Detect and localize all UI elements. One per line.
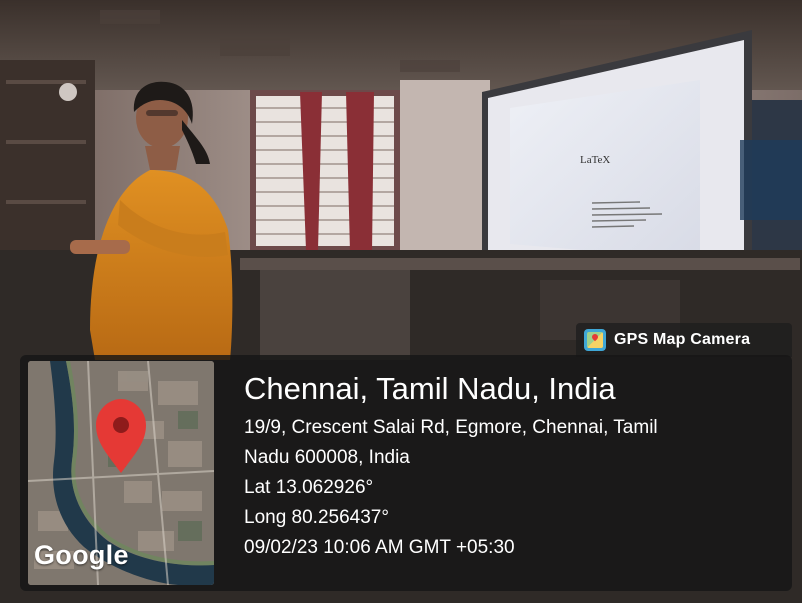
- address-line-2: Nadu 600008, India: [244, 447, 410, 468]
- gps-map-camera-icon: [584, 329, 606, 351]
- map-thumbnail: Google: [28, 361, 214, 585]
- slide-title: LaTeX: [580, 154, 610, 166]
- google-logo: Google: [34, 540, 129, 570]
- gps-map-camera-badge: GPS Map Camera: [576, 323, 792, 357]
- location-text: Chennai, Tamil Nadu, India 19/9, Crescen…: [244, 369, 772, 563]
- longitude: Long 80.256437°: [244, 507, 389, 528]
- location-info-panel: Google Chennai, Tamil Nadu, India 19/9, …: [20, 355, 792, 591]
- address-line-1: 19/9, Crescent Salai Rd, Egmore, Chennai…: [244, 417, 658, 438]
- place-title: Chennai, Tamil Nadu, India: [244, 371, 616, 406]
- latitude: Lat 13.062926°: [244, 477, 374, 498]
- timestamp: 09/02/23 10:06 AM GMT +05:30: [244, 537, 515, 558]
- app-badge-label: GPS Map Camera: [614, 331, 751, 348]
